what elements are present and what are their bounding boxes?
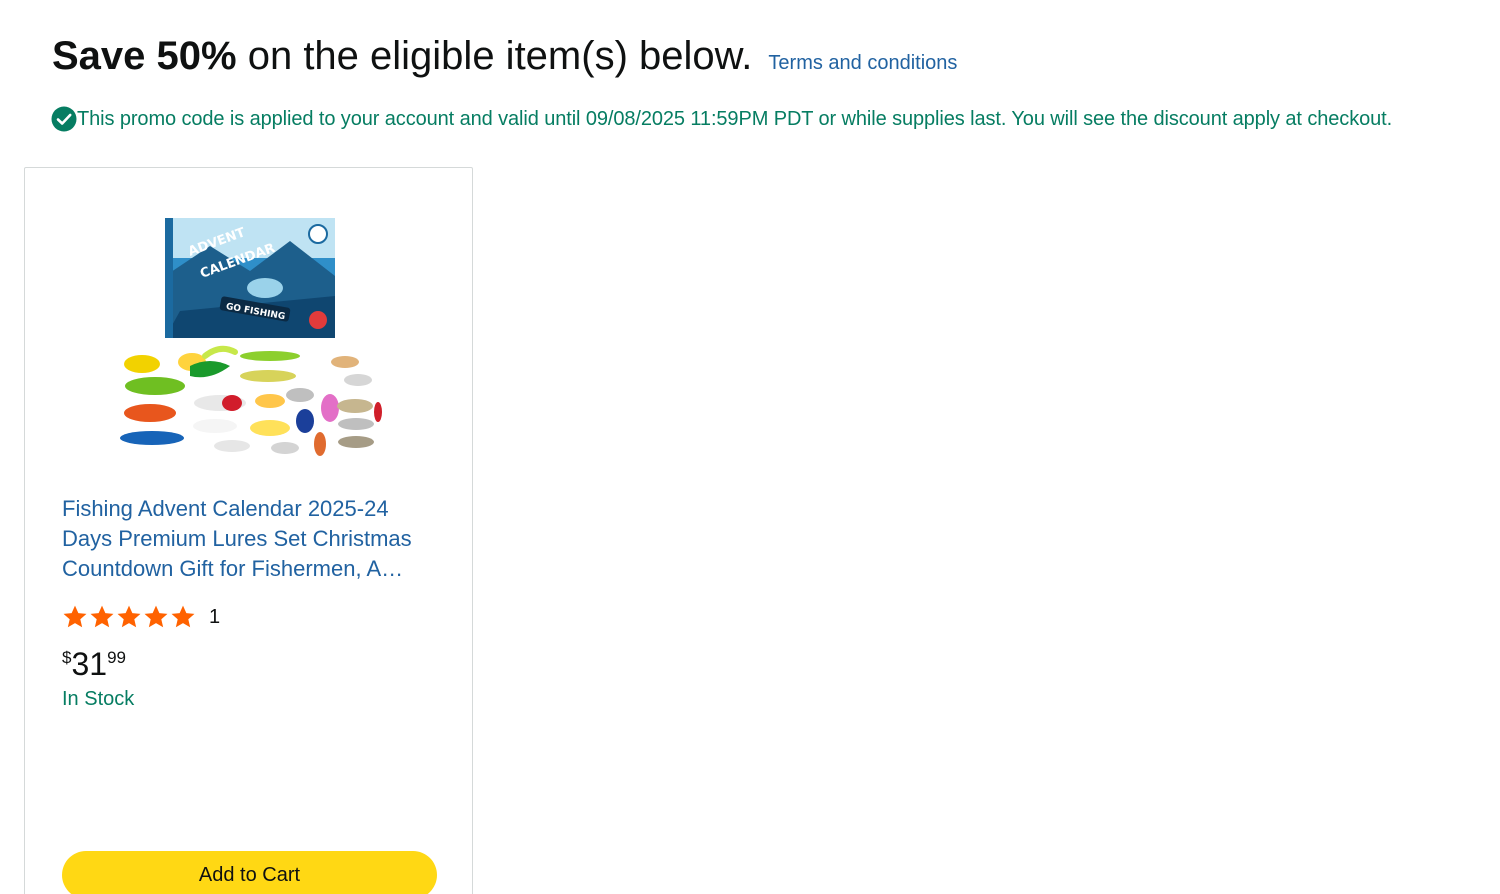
- product-price: $ 31 99: [62, 644, 126, 684]
- check-circle-icon: [51, 106, 77, 132]
- add-to-cart-button[interactable]: Add to Cart: [62, 851, 437, 894]
- page-title: Save 50% on the eligible item(s) below.: [52, 30, 752, 82]
- product-image[interactable]: ADVENT CALENDAR GO FISHING: [120, 216, 382, 464]
- headline-row: Save 50% on the eligible item(s) below. …: [52, 30, 957, 82]
- headline-discount: Save 50%: [52, 34, 237, 78]
- star-icon: [117, 605, 141, 628]
- price-symbol: $: [62, 648, 72, 667]
- stock-status: In Stock: [62, 688, 135, 710]
- star-icon: [144, 605, 168, 628]
- headline-text: on the eligible item(s) below.: [236, 34, 753, 78]
- promo-message: This promo code is applied to your accou…: [77, 108, 1393, 130]
- product-card: ADVENT CALENDAR GO FISHING Fishing Adven…: [24, 167, 473, 894]
- star-icon: [171, 605, 195, 628]
- star-icon: [63, 605, 87, 628]
- product-title-link[interactable]: Fishing Advent Calendar 2025-24 Days Pre…: [62, 494, 438, 584]
- price-whole: 31: [71, 646, 108, 682]
- rating-count: 1: [209, 605, 221, 628]
- price-fraction: 99: [107, 648, 126, 667]
- promo-page: Save 50% on the eligible item(s) below. …: [0, 0, 1500, 894]
- product-rating[interactable]: 1: [62, 604, 220, 630]
- terms-and-conditions-link[interactable]: Terms and conditions: [768, 52, 957, 75]
- promo-notice: This promo code is applied to your accou…: [51, 105, 1392, 133]
- star-icon: [90, 605, 114, 628]
- star-rating: [62, 604, 197, 630]
